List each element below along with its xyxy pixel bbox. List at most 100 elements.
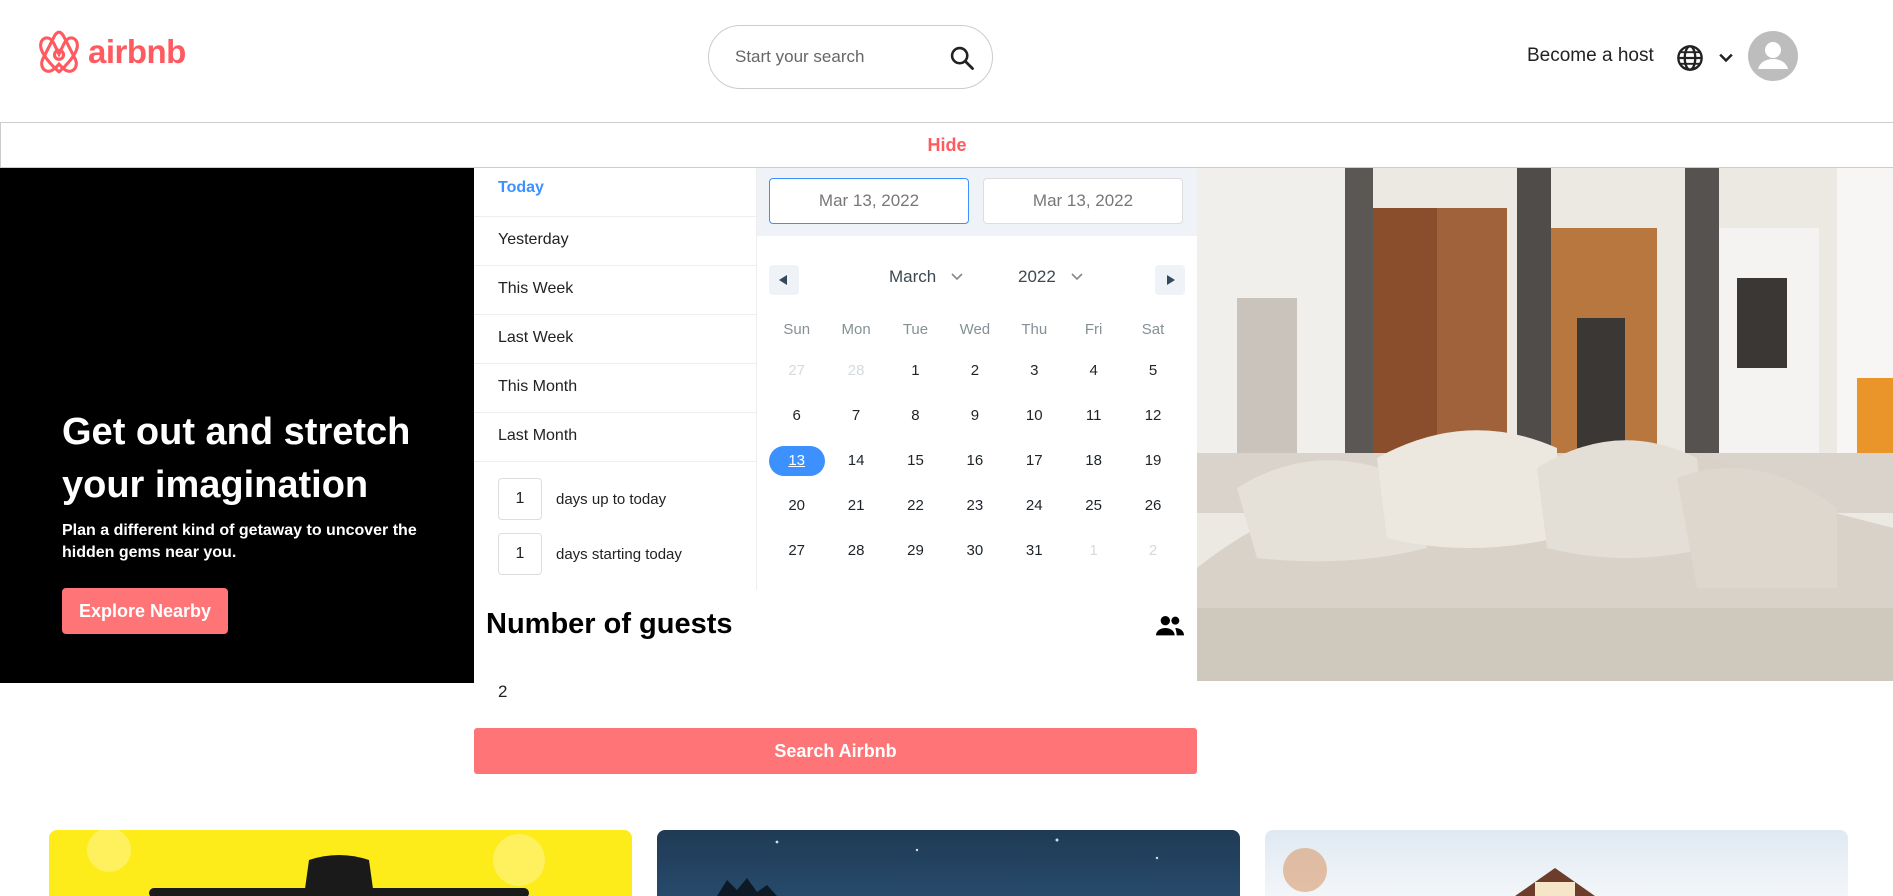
calendar-day-selected[interactable]: 13: [767, 446, 826, 491]
year-select[interactable]: 2022: [1018, 267, 1084, 287]
calendar-day[interactable]: 20: [767, 491, 826, 536]
calendar-day[interactable]: 25: [1064, 491, 1123, 536]
calendar-day[interactable]: 9: [945, 401, 1004, 446]
year-select-value: 2022: [1018, 267, 1056, 286]
airbnb-logo-icon: [39, 30, 79, 74]
calendar-day[interactable]: 21: [826, 491, 885, 536]
month-select[interactable]: March: [889, 267, 964, 287]
calendar-day[interactable]: 26: [1123, 491, 1182, 536]
range-this-week[interactable]: This Week: [474, 266, 756, 315]
calendar-day[interactable]: 2: [1123, 536, 1182, 581]
hero-subtitle: Plan a different kind of getaway to unco…: [62, 522, 417, 561]
caret-left-icon: [779, 275, 787, 285]
chevron-down-icon: [951, 273, 963, 281]
calendar-day[interactable]: 28: [826, 356, 885, 401]
hero-title: Get out and stretch your imagination: [62, 411, 411, 506]
search-bar[interactable]: [708, 25, 993, 89]
calendar-day[interactable]: 29: [886, 536, 945, 581]
calendar-day[interactable]: 2: [945, 356, 1004, 401]
category-card[interactable]: [49, 830, 632, 896]
hide-button[interactable]: Hide: [927, 123, 966, 167]
calendar-day[interactable]: 1: [886, 356, 945, 401]
weekday-label: Tue: [902, 321, 929, 338]
user-icon: [1758, 42, 1788, 69]
calendar-day[interactable]: 30: [945, 536, 1004, 581]
weekday-label: Sun: [783, 321, 811, 338]
weekday-label: Sat: [1141, 321, 1165, 338]
calendar-day[interactable]: 22: [886, 491, 945, 536]
living-room-illustration: [1197, 168, 1893, 681]
search-airbnb-button[interactable]: Search Airbnb: [474, 728, 1197, 774]
static-ranges: Today Yesterday This Week Last Week This…: [474, 168, 757, 590]
calendar-day[interactable]: 27: [767, 356, 826, 401]
range-yesterday[interactable]: Yesterday: [474, 217, 756, 266]
days-up-to-today-label: days up to today: [556, 490, 667, 508]
days-starting-today-label: days starting today: [556, 545, 682, 563]
card-image: [1283, 848, 1595, 896]
card-image: [87, 830, 545, 896]
range-last-week[interactable]: Last Week: [474, 315, 756, 364]
prev-month-button[interactable]: [769, 265, 799, 295]
month-select-value: March: [889, 267, 937, 286]
start-date-field[interactable]: Mar 13, 2022: [769, 178, 969, 224]
day-grid: 27 28 1 2 3 4 5 6 7 8 9 10 11 12 13 14 1…: [767, 356, 1183, 581]
calendar-day[interactable]: 16: [945, 446, 1004, 491]
calendar-week: 6 7 8 9 10 11 12: [767, 401, 1183, 446]
calendar-day[interactable]: 11: [1064, 401, 1123, 446]
next-month-button[interactable]: [1155, 265, 1185, 295]
calendar-day[interactable]: 27: [767, 536, 826, 581]
calendar-day[interactable]: 5: [1123, 356, 1182, 401]
range-last-month[interactable]: Last Month: [474, 413, 756, 462]
calendar-day[interactable]: 1: [1064, 536, 1123, 581]
weekday-label: Fri: [1084, 321, 1103, 338]
globe-icon[interactable]: [1676, 44, 1704, 72]
calendar-day[interactable]: 31: [1005, 536, 1064, 581]
explore-nearby-button[interactable]: Explore Nearby: [62, 588, 228, 634]
airbnb-logo[interactable]: airbnb: [36, 28, 186, 76]
chevron-down-icon[interactable]: [1716, 48, 1736, 68]
search-input[interactable]: [735, 47, 935, 67]
date-display: Mar 13, 2022 Mar 13, 2022: [757, 168, 1197, 236]
calendar-day[interactable]: 28: [826, 536, 885, 581]
weekday-label: Thu: [1021, 321, 1048, 338]
calendar-day[interactable]: 19: [1123, 446, 1182, 491]
calendar-day[interactable]: 3: [1005, 356, 1064, 401]
category-card[interactable]: [1265, 830, 1848, 896]
weekday-header: Sun Mon Tue Wed Thu Fri Sat: [767, 321, 1183, 338]
calendar-day[interactable]: 10: [1005, 401, 1064, 446]
search-icon[interactable]: [948, 44, 976, 72]
weekday-label: Mon: [841, 321, 871, 338]
calendar-week: 27 28 1 2 3 4 5: [767, 356, 1183, 401]
calendar-day[interactable]: 12: [1123, 401, 1182, 446]
calendar-day[interactable]: 17: [1005, 446, 1064, 491]
calendar-day[interactable]: 14: [826, 446, 885, 491]
month-navigation: March 2022: [757, 265, 1197, 295]
guests-input[interactable]: [498, 682, 698, 702]
calendar-week: 20 21 22 23 24 25 26: [767, 491, 1183, 536]
range-this-month[interactable]: This Month: [474, 364, 756, 413]
people-icon: [1156, 616, 1184, 636]
calendar-day[interactable]: 15: [886, 446, 945, 491]
calendar-day[interactable]: 23: [945, 491, 1004, 536]
hero-banner: Get out and stretch your imagination Pla…: [0, 168, 474, 683]
calendar-day[interactable]: 18: [1064, 446, 1123, 491]
calendar-day[interactable]: 24: [1005, 491, 1064, 536]
guests-title: Number of guests: [486, 608, 733, 640]
calendar-day[interactable]: 7: [826, 401, 885, 446]
become-host-link[interactable]: Become a host: [1527, 45, 1654, 67]
input-range-days-up-to-today: days up to today: [498, 478, 666, 520]
days-starting-today-input[interactable]: [498, 533, 542, 575]
user-avatar[interactable]: [1748, 31, 1798, 81]
selected-day-number: 13: [788, 452, 806, 469]
chevron-down-icon: [1071, 273, 1083, 281]
calendar-day[interactable]: 8: [886, 401, 945, 446]
hero-image: [1197, 168, 1893, 681]
top-header: airbnb Become a host: [0, 0, 1893, 122]
calendar-day[interactable]: 6: [767, 401, 826, 446]
range-today[interactable]: Today: [474, 168, 756, 217]
category-card[interactable]: [657, 830, 1240, 896]
days-up-to-today-input[interactable]: [498, 478, 542, 520]
guests-section: Number of guests: [474, 590, 1197, 725]
calendar-day[interactable]: 4: [1064, 356, 1123, 401]
end-date-field[interactable]: Mar 13, 2022: [983, 178, 1183, 224]
